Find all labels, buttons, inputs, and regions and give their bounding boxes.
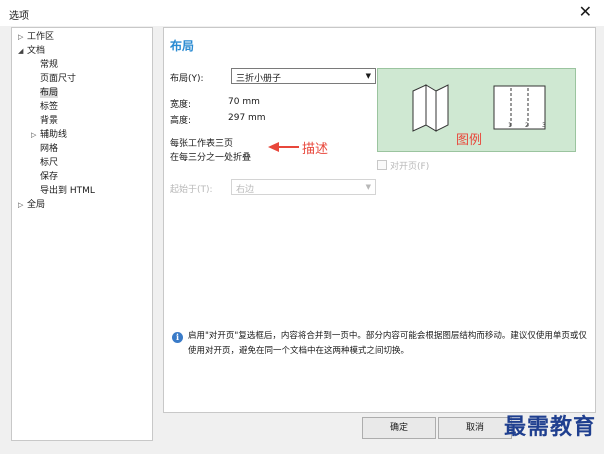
tree-item-workspace[interactable]: ▷ 工作区	[18, 31, 54, 43]
tree-item-label: 背景	[40, 116, 59, 126]
annotation-arrow-icon	[268, 142, 299, 152]
layout-panel: 布局 布局(Y): 三折小册子 ▼ 宽度: 70 mm 高度: 297 mm 每…	[163, 27, 596, 413]
window-title: 选项	[9, 11, 29, 22]
tree-item-label-page[interactable]: 标签	[40, 101, 58, 113]
tree-item-label: 标签	[40, 102, 59, 112]
layout-description-line2: 在每三分之一处折叠	[170, 153, 252, 163]
collapse-arrow-icon[interactable]: ◢	[18, 45, 27, 57]
tree-item-label: 工作区	[27, 32, 55, 42]
tree-item-document[interactable]: ◢ 文档	[18, 45, 45, 57]
tree-item-page-size[interactable]: 页面尺寸	[40, 73, 76, 85]
tree-item-label: 网格	[40, 144, 59, 154]
facing-pages-checkbox[interactable]	[377, 160, 387, 170]
options-tree: ▷ 工作区 ◢ 文档 常规 页面尺寸 布局 标签 背景 ▷ 辅助线 网格 标尺 保存 …	[11, 27, 153, 441]
panel-number-1: 1	[508, 122, 512, 129]
tree-item-save[interactable]: 保存	[40, 171, 58, 183]
tree-item-label: 导出到 HTML	[40, 186, 95, 196]
tree-item-label: 辅助线	[40, 130, 68, 140]
tree-item-label: 页面尺寸	[40, 74, 77, 84]
height-value: 297 mm	[228, 113, 266, 123]
tree-item-label: 全局	[27, 200, 46, 210]
tree-item-rulers[interactable]: 标尺	[40, 157, 58, 169]
facing-pages-label: 对开页(F)	[390, 162, 430, 172]
ok-button[interactable]: 确定	[362, 417, 436, 439]
width-label: 宽度:	[170, 100, 192, 110]
chevron-down-icon: ▼	[365, 183, 371, 191]
tree-item-label: 常规	[40, 60, 59, 70]
facing-pages-row[interactable]: 对开页(F)	[377, 159, 429, 172]
start-at-select[interactable]: 右边 ▼	[231, 179, 376, 195]
start-at-select-value: 右边	[236, 185, 255, 195]
page-title: 布局	[170, 39, 195, 53]
expand-arrow-icon[interactable]: ▷	[18, 31, 27, 43]
tree-item-general[interactable]: 常规	[40, 59, 58, 71]
tree-item-guidelines[interactable]: ▷ 辅助线	[31, 129, 67, 141]
start-at-label: 起始于(T):	[170, 185, 213, 195]
layout-preview: 1 2 3 图例	[377, 68, 576, 152]
title-bar: 选项 ✕	[0, 0, 604, 26]
width-value: 70 mm	[228, 97, 260, 107]
tree-item-export-html[interactable]: 导出到 HTML	[40, 185, 95, 197]
info-icon: i	[172, 332, 183, 343]
chevron-down-icon: ▼	[365, 72, 371, 80]
tree-item-label: 文档	[27, 46, 46, 56]
layout-select-value: 三折小册子	[236, 74, 282, 84]
annotation-describe: 描述	[302, 142, 329, 157]
tree-item-label: 标尺	[40, 158, 59, 168]
layout-description-line1: 每张工作表三页	[170, 139, 234, 149]
panel-number-2: 2	[525, 122, 529, 129]
expand-arrow-icon[interactable]: ▷	[18, 199, 27, 211]
expand-arrow-icon[interactable]: ▷	[31, 129, 40, 141]
tree-item-label: 保存	[40, 172, 59, 182]
height-label: 高度:	[170, 116, 192, 126]
tree-item-background[interactable]: 背景	[40, 115, 58, 127]
tree-item-grid[interactable]: 网格	[40, 143, 58, 155]
watermark-logo: 最需教育	[503, 414, 596, 440]
cancel-button[interactable]: 取消	[438, 417, 512, 439]
annotation-legend: 图例	[456, 133, 483, 148]
tree-item-layout[interactable]: 布局	[40, 87, 59, 99]
tree-item-global[interactable]: ▷ 全局	[18, 199, 45, 211]
info-message: 启用"对开页"复选框后，内容将合并到一页中。部分内容可能会根据图层结构而移动。建…	[188, 331, 587, 356]
panel-number-3: 3	[542, 122, 546, 129]
layout-select[interactable]: 三折小册子 ▼	[231, 68, 376, 84]
tree-item-label: 布局	[40, 88, 59, 98]
close-icon[interactable]: ✕	[579, 3, 592, 21]
layout-label: 布局(Y):	[170, 74, 204, 84]
